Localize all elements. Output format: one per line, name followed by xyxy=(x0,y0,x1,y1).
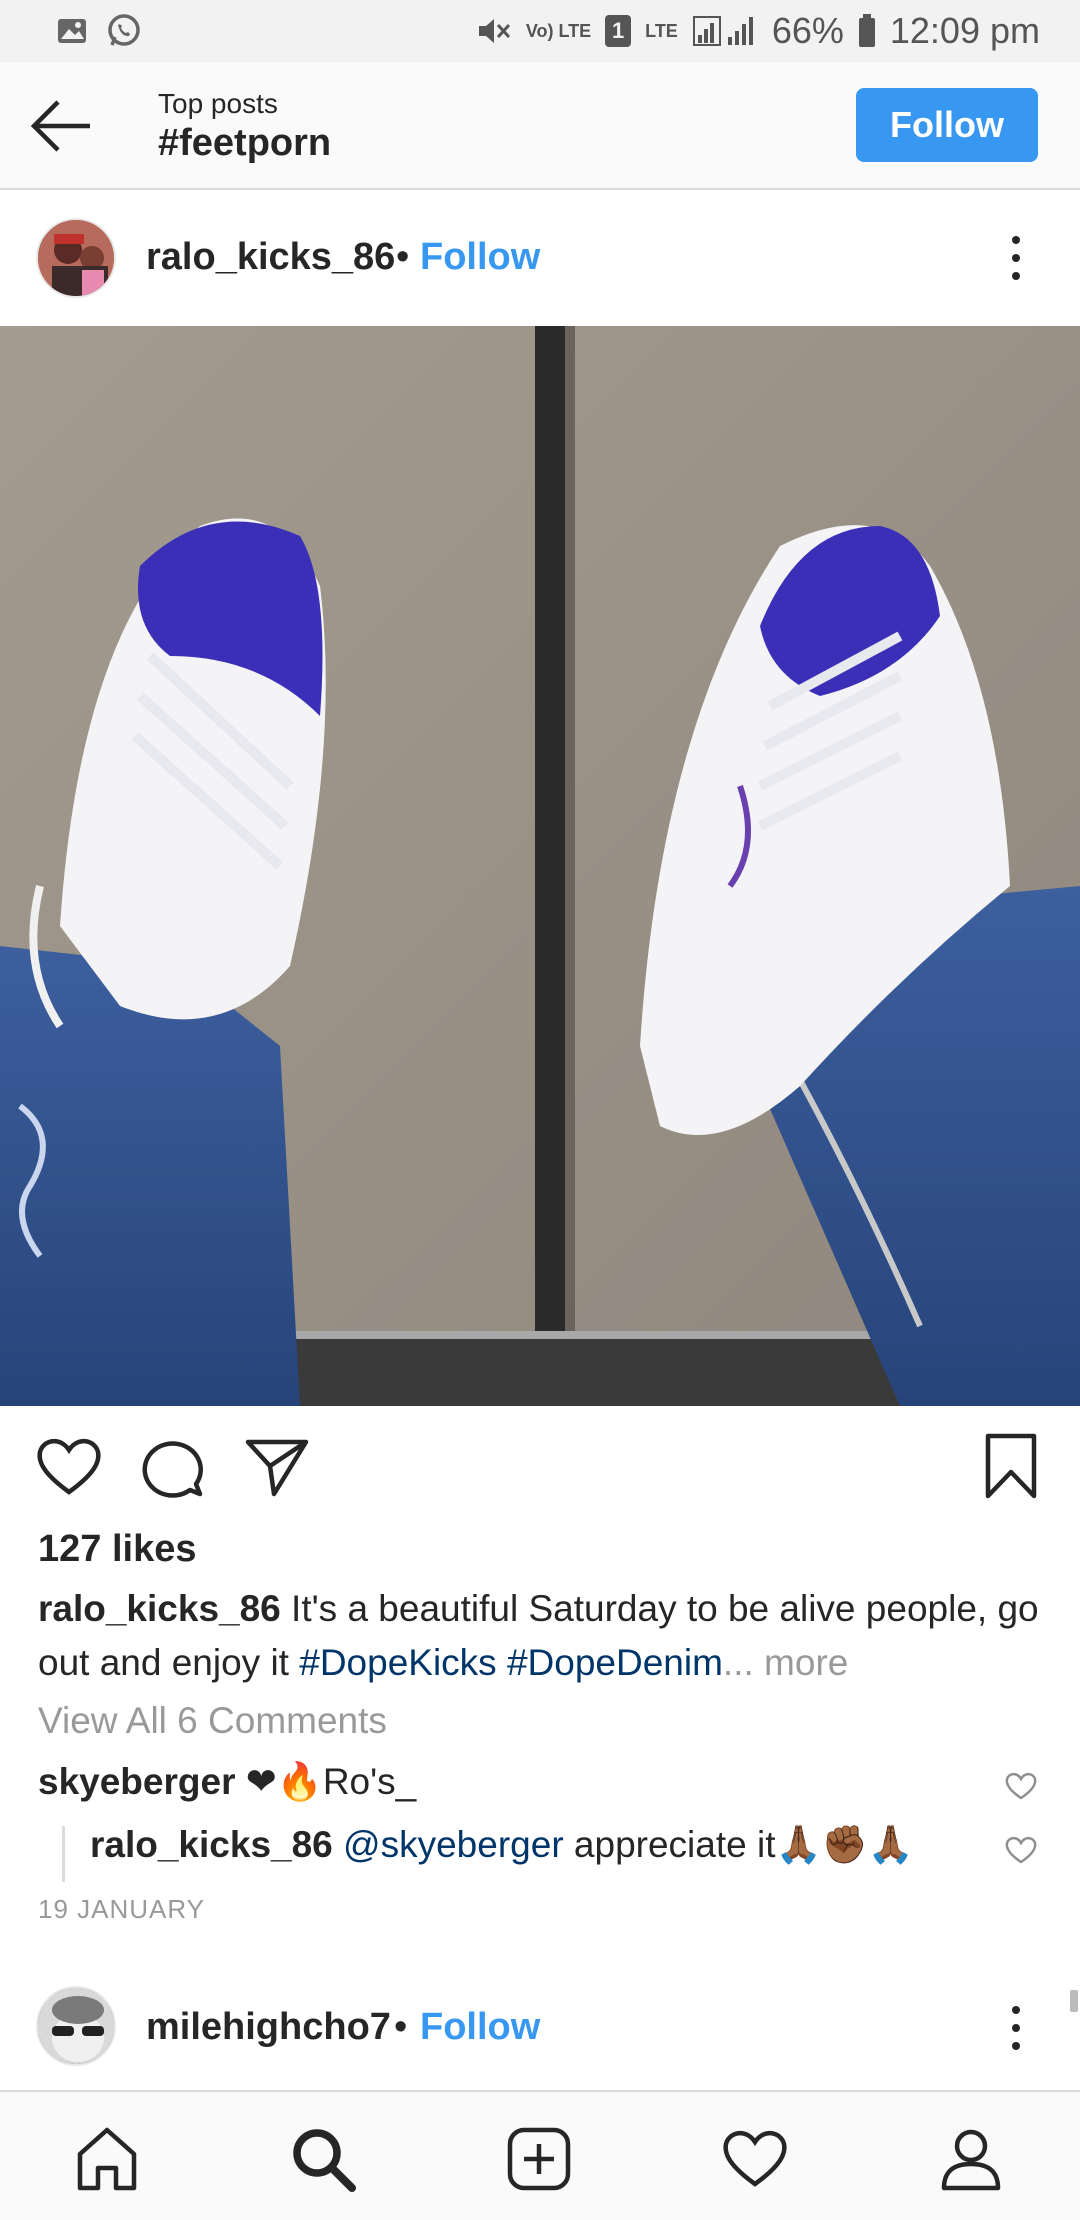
sim-indicator: 1 xyxy=(605,15,632,47)
reply-item: ralo_kicks_86 @skyeberger appreciate it🙏… xyxy=(90,1824,914,1867)
battery-percentage: 66% xyxy=(771,10,844,51)
paper-plane-icon[interactable] xyxy=(242,1432,312,1502)
next-post-avatar[interactable] xyxy=(36,1986,116,2066)
separator-dot: • xyxy=(394,2006,408,2048)
reply-thread-line xyxy=(62,1826,65,1882)
whatsapp-notification-icon xyxy=(106,13,142,49)
status-right-icons: Vo) LTE 1 LTE 66% 12:09 pm xyxy=(476,10,1040,52)
follow-hashtag-button[interactable]: Follow xyxy=(856,88,1038,162)
caption-username[interactable]: ralo_kicks_86 xyxy=(38,1588,281,1629)
post-username[interactable]: ralo_kicks_86 xyxy=(146,236,395,279)
post-photo[interactable] xyxy=(0,326,1080,1406)
header-subtitle: Top posts xyxy=(158,88,278,119)
search-icon[interactable] xyxy=(288,2124,358,2194)
like-count[interactable]: 127 likes xyxy=(38,1528,196,1571)
mute-icon xyxy=(476,15,512,47)
post-caption: ralo_kicks_86 It's a beautiful Saturday … xyxy=(38,1582,1048,1690)
battery-icon xyxy=(858,14,876,48)
post-header: ralo_kicks_86 • Follow xyxy=(0,192,1080,326)
reply-username[interactable]: ralo_kicks_86 xyxy=(90,1824,333,1865)
bottom-navigation xyxy=(0,2090,1080,2220)
reply-like-heart-icon[interactable] xyxy=(1004,1834,1038,1866)
next-post-header: milehighcho7 • Follow xyxy=(0,1960,1080,2090)
comment-text: ❤🔥Ro's_ xyxy=(245,1761,417,1802)
signal-icon xyxy=(692,13,758,49)
home-icon[interactable] xyxy=(72,2124,142,2194)
reply-mention[interactable]: @skyeberger xyxy=(343,1824,564,1865)
add-post-icon[interactable] xyxy=(504,2124,574,2194)
comment-item: skyeberger ❤🔥Ro's_ xyxy=(38,1760,416,1804)
network-type: LTE xyxy=(645,21,678,41)
arrow-left-icon[interactable] xyxy=(28,98,94,154)
status-left-icons xyxy=(56,13,142,49)
view-all-comments-link[interactable]: View All 6 Comments xyxy=(38,1700,387,1742)
profile-icon[interactable] xyxy=(936,2124,1006,2194)
follow-user-button[interactable]: Follow xyxy=(420,236,540,279)
vertical-dots-icon[interactable] xyxy=(1000,2004,1032,2052)
volte-indicator: Vo) LTE xyxy=(525,21,592,41)
activity-heart-icon[interactable] xyxy=(720,2124,790,2194)
post-date: 19 JANUARY xyxy=(38,1894,206,1924)
gallery-notification-icon xyxy=(56,17,88,45)
next-post-follow-button[interactable]: Follow xyxy=(420,2006,540,2049)
next-post-username[interactable]: milehighcho7 xyxy=(146,2006,391,2049)
scrollbar-thumb[interactable] xyxy=(1070,1990,1078,2012)
hashtag-title: #feetporn xyxy=(158,122,332,164)
separator-dot: • xyxy=(396,236,410,278)
bookmark-icon[interactable] xyxy=(976,1432,1046,1502)
app-header: Top posts #feetporn Follow xyxy=(0,62,1080,190)
comment-username[interactable]: skyeberger xyxy=(38,1761,235,1802)
clock: 12:09 pm xyxy=(889,10,1040,51)
status-bar: Vo) LTE 1 LTE 66% 12:09 pm xyxy=(0,0,1080,62)
post-actions xyxy=(0,1406,1080,1526)
heart-icon[interactable] xyxy=(34,1432,104,1502)
avatar[interactable] xyxy=(36,218,116,298)
vertical-dots-icon[interactable] xyxy=(1000,234,1032,282)
reply-text: appreciate it🙏🏾✊🏾🙏🏾 xyxy=(573,1824,914,1865)
caption-more-link[interactable]: ... more xyxy=(723,1642,848,1683)
comment-bubble-icon[interactable] xyxy=(138,1432,208,1502)
caption-hashtags[interactable]: #DopeKicks #DopeDenim xyxy=(299,1642,723,1683)
comment-like-heart-icon[interactable] xyxy=(1004,1770,1038,1802)
